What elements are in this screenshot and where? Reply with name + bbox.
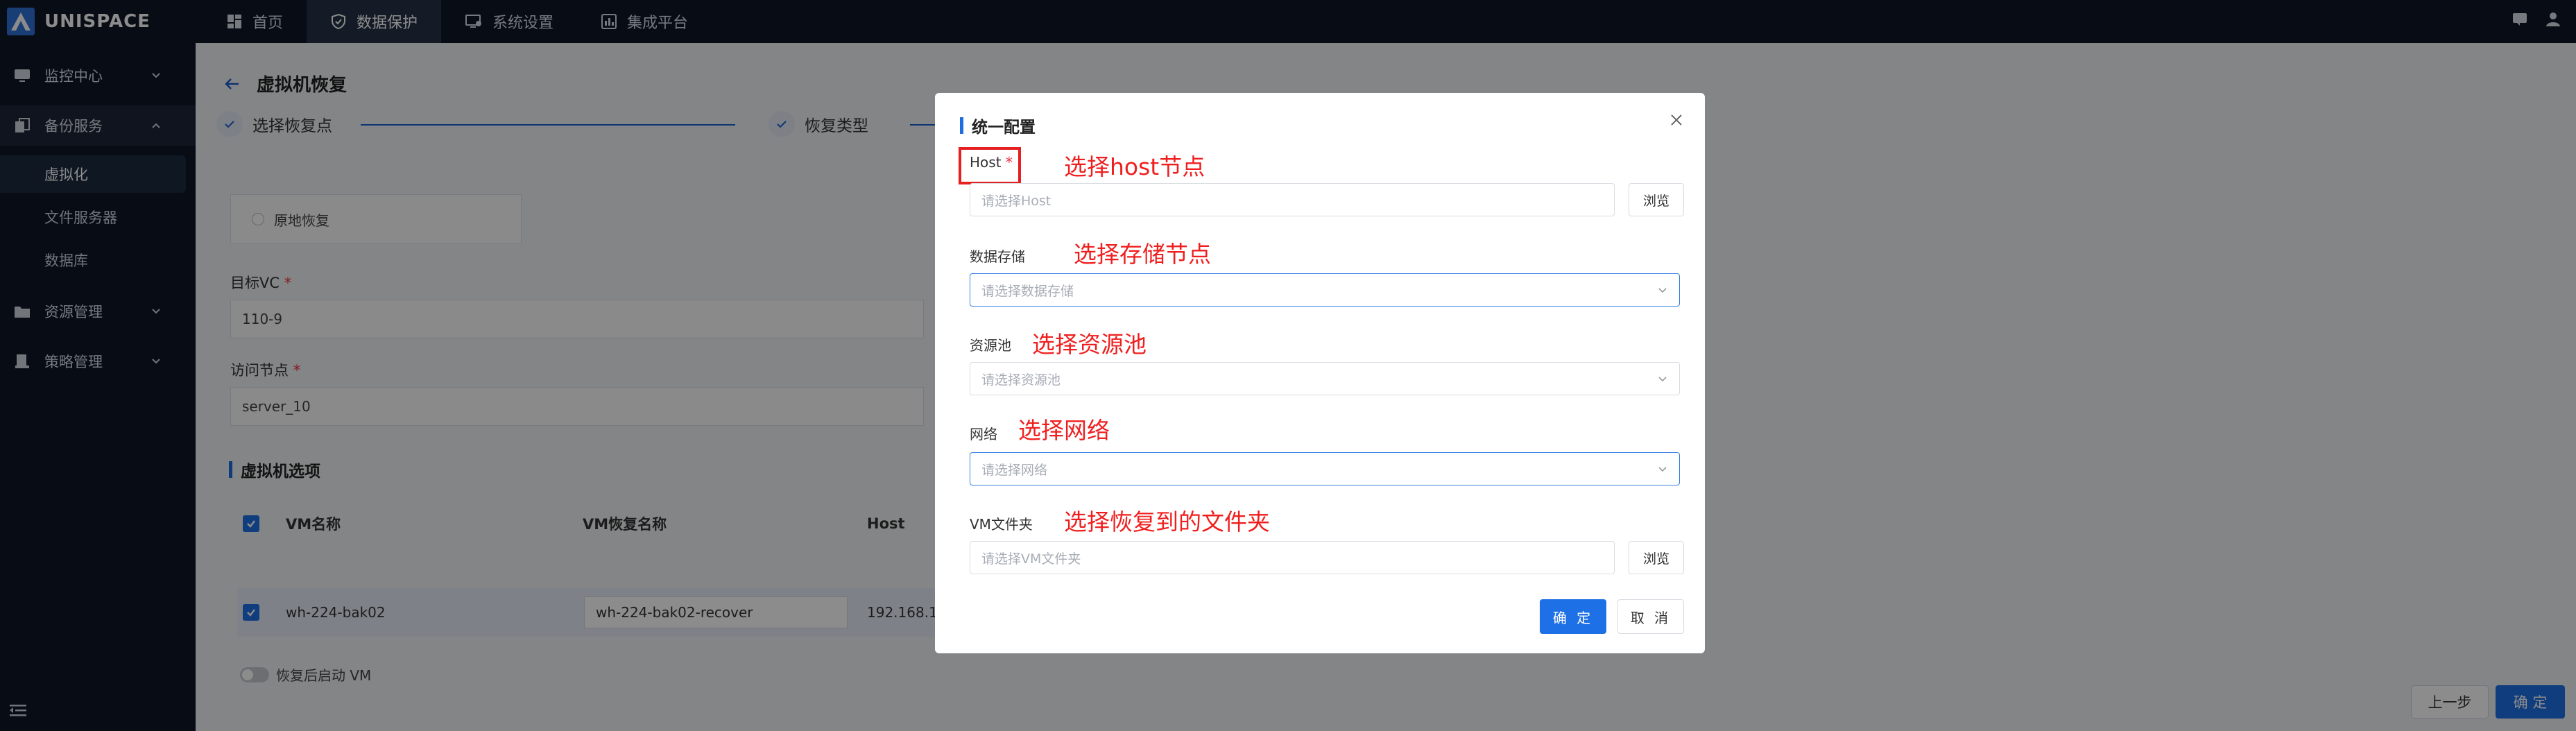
annotation-network: 选择网络 [1018,417,1110,444]
close-icon[interactable] [1669,112,1684,128]
unified-config-dialog: 统一配置 Host * 选择host节点 请选择Host 浏览 数据存储 选择存… [935,93,1705,653]
datastore-select[interactable]: 请选择数据存储 [970,273,1680,307]
network-label: 网络 [970,426,997,442]
dialog-title: 统一配置 [960,114,1036,137]
annotation-datastore: 选择存储节点 [1074,241,1211,268]
datastore-label: 数据存储 [970,248,1025,265]
annotation-resource-pool: 选择资源池 [1032,331,1147,358]
chevron-down-icon [1657,464,1668,475]
chevron-down-icon [1657,374,1668,385]
dialog-cancel-button[interactable]: 取 消 [1617,599,1684,634]
host-input[interactable]: 请选择Host [970,183,1615,216]
resource-pool-select[interactable]: 请选择资源池 [970,362,1680,395]
annotation-host: 选择host节点 [1064,153,1205,180]
vm-folder-browse-button[interactable]: 浏览 [1629,541,1684,574]
dialog-ok-button[interactable]: 确 定 [1540,599,1606,634]
host-browse-button[interactable]: 浏览 [1629,183,1684,216]
resource-pool-label: 资源池 [970,337,1011,354]
annotation-vm-folder: 选择恢复到的文件夹 [1064,508,1270,535]
host-label: Host * [970,154,1013,171]
vm-folder-input[interactable]: 请选择VM文件夹 [970,541,1615,574]
chevron-down-icon [1657,285,1668,296]
network-select[interactable]: 请选择网络 [970,452,1680,485]
vm-folder-label: VM文件夹 [970,516,1033,533]
